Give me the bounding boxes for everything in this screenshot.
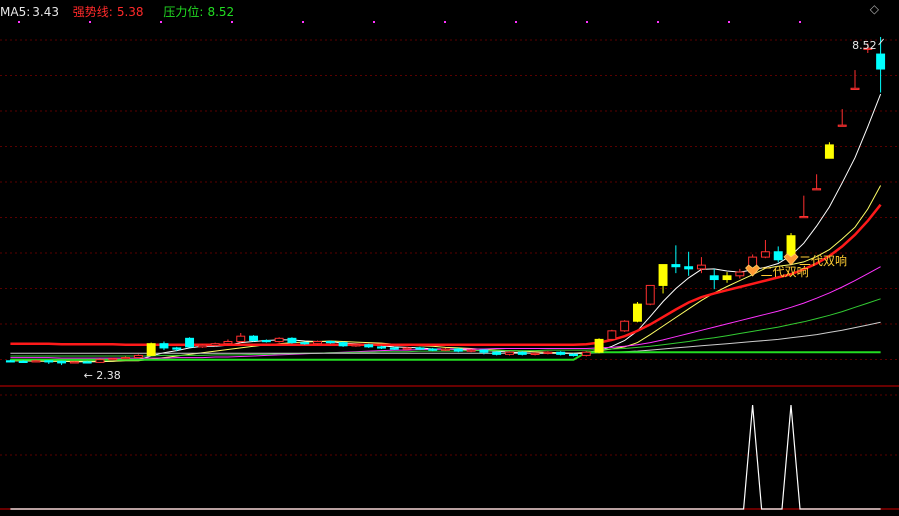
- candle-body: [44, 360, 54, 363]
- high-price-label: 8.52: [852, 39, 877, 52]
- candle-body: [108, 358, 118, 361]
- candle-body: [351, 344, 361, 347]
- candle-body: [389, 347, 399, 350]
- kline-chart: 8.52← 2.38二代双响二代双响: [0, 21, 899, 510]
- candle-body: [492, 351, 502, 355]
- grid-dot: [302, 21, 304, 23]
- candle-body: [479, 349, 489, 353]
- candle-body: [453, 348, 463, 352]
- candle-body: [530, 352, 540, 355]
- grid-dot: [160, 21, 162, 23]
- candle-body: [57, 360, 67, 364]
- candle-body: [428, 348, 438, 351]
- candle-body: [197, 344, 207, 348]
- candle-body: [261, 339, 271, 343]
- candle-body: [594, 338, 604, 353]
- candle-body: [850, 87, 860, 90]
- candle-body: [172, 347, 182, 350]
- candle-body: [159, 343, 169, 349]
- grid-dot: [799, 21, 801, 23]
- candle-body: [760, 251, 770, 258]
- candle-body: [338, 342, 348, 347]
- candle-body: [709, 275, 719, 281]
- candle-body: [505, 351, 514, 355]
- candle-body: [82, 361, 92, 364]
- candle-body: [223, 341, 233, 345]
- candle-body: [249, 335, 259, 341]
- grid-dot: [18, 21, 20, 23]
- grid-dot: [586, 21, 588, 23]
- candle-body: [812, 188, 822, 191]
- candle-body: [95, 359, 105, 363]
- candle-body: [824, 144, 834, 159]
- candle-body: [658, 264, 668, 286]
- ma5-value: 3.43: [32, 5, 59, 19]
- candle-body: [402, 347, 412, 350]
- candle-body: [684, 266, 694, 270]
- candle-body: [607, 330, 617, 340]
- candle-body: [313, 341, 322, 345]
- grid-dot: [373, 21, 375, 23]
- candle-body: [133, 354, 143, 359]
- annotation-label: 二代双响: [799, 253, 847, 268]
- candle-body: [696, 264, 706, 270]
- candle-body: [722, 275, 732, 281]
- candle-body: [735, 271, 745, 277]
- signal-line: [10, 404, 881, 510]
- ma5-label: MA5:: [0, 5, 31, 19]
- grid-dot: [231, 21, 233, 23]
- candle-body: [441, 348, 450, 351]
- indicator-legend: MA5: 3.43 强势线: 5.38 压力位: 8.52: [0, 3, 236, 21]
- candle-body: [274, 337, 284, 343]
- candle-body: [300, 342, 310, 345]
- candle-body: [377, 346, 386, 349]
- candle-body: [210, 343, 220, 346]
- grid-dot: [657, 21, 659, 23]
- candle-body: [185, 337, 195, 348]
- strong-line-label: 强势线:: [72, 5, 113, 19]
- pressure-value: 8.52: [207, 5, 235, 19]
- candle-body: [18, 360, 28, 363]
- grid-dot: [515, 21, 517, 23]
- candle-body: [556, 351, 566, 355]
- candle-body: [5, 360, 15, 363]
- candle-body: [287, 337, 297, 344]
- candle-body: [364, 344, 374, 348]
- candle-body: [632, 303, 642, 322]
- grid-dot: [89, 21, 91, 23]
- candle-body: [517, 351, 527, 355]
- candle-body: [325, 341, 335, 344]
- candle-body: [645, 284, 655, 305]
- candle-body: [837, 124, 847, 127]
- grid-dot: [728, 21, 730, 23]
- candle-body: [773, 251, 783, 261]
- candle-body: [31, 360, 41, 363]
- grid-dot: [444, 21, 446, 23]
- low-price-label: ← 2.38: [84, 369, 121, 382]
- pressure-label: 压力位:: [163, 5, 204, 19]
- strong-line-value: 5.38: [116, 5, 144, 19]
- candle-body: [466, 349, 476, 352]
- candle-body: [671, 264, 681, 268]
- candle-body: [236, 335, 246, 343]
- candle-body: [121, 357, 131, 360]
- candle-body: [415, 347, 425, 350]
- candle-body: [569, 353, 578, 357]
- candle-body: [543, 351, 553, 354]
- candle-body: [799, 215, 809, 219]
- candle-body: [581, 351, 591, 356]
- series-MA5-line: [10, 93, 882, 363]
- candle-body: [146, 343, 156, 356]
- candle-body: [69, 361, 79, 364]
- candle-body: [876, 53, 886, 70]
- candle-body: [620, 320, 630, 332]
